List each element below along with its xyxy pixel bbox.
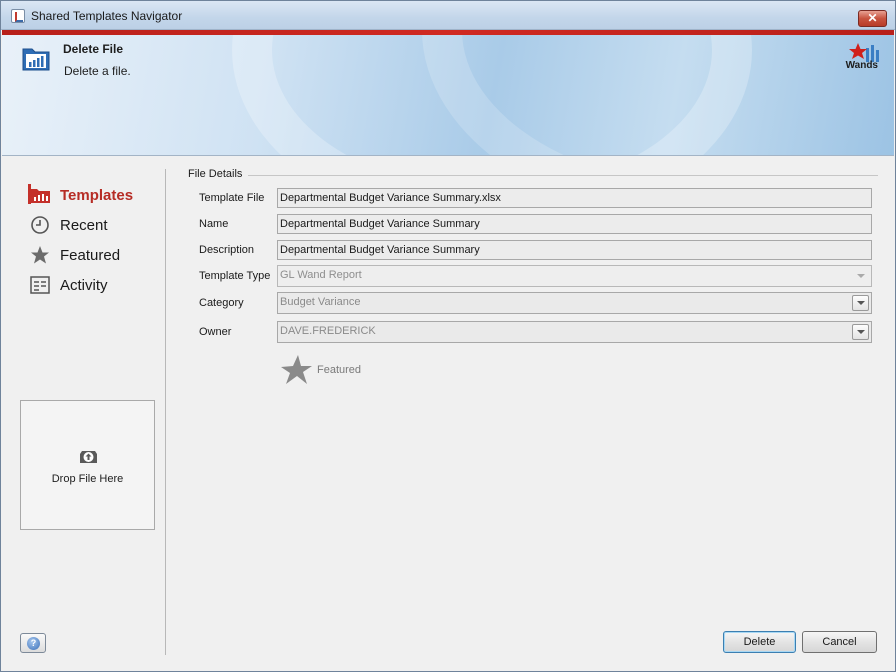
brand-label: Wands xyxy=(845,60,878,71)
name-field[interactable]: Departmental Budget Variance Summary xyxy=(277,214,872,234)
activity-list-icon xyxy=(29,274,51,296)
sidebar-item-label: Templates xyxy=(60,186,134,204)
sidebar-item-featured[interactable]: Featured xyxy=(29,242,120,268)
active-indicator xyxy=(28,184,31,204)
clock-icon xyxy=(29,214,51,236)
sidebar-item-label: Recent xyxy=(60,216,108,234)
dialog-window: Shared Templates Navigator ✕ Delete File… xyxy=(0,0,896,672)
sidebar-item-activity[interactable]: Activity xyxy=(29,272,108,298)
sidebar-item-label: Featured xyxy=(60,246,121,264)
upload-icon xyxy=(80,451,97,463)
template-type-value: GL Wand Report xyxy=(280,269,362,281)
java-app-icon xyxy=(11,9,25,23)
templates-chart-icon xyxy=(29,184,51,206)
window-title: Shared Templates Navigator xyxy=(31,9,183,23)
delete-button[interactable]: Delete xyxy=(723,631,796,653)
description-label: Description xyxy=(199,244,255,256)
owner-label: Owner xyxy=(199,326,232,338)
category-dropdown-button[interactable] xyxy=(852,295,869,311)
folder-chart-icon xyxy=(22,48,50,71)
header-banner: Delete File Delete a file. Wands xyxy=(2,30,894,156)
template-file-label: Template File xyxy=(199,192,265,204)
featured-toggle[interactable]: Featured xyxy=(281,353,361,387)
section-title: File Details xyxy=(188,168,249,180)
section-divider xyxy=(244,175,878,176)
help-button[interactable]: ? xyxy=(20,633,46,653)
featured-label: Featured xyxy=(317,364,362,376)
banner-subtitle: Delete a file. xyxy=(64,64,131,78)
owner-select[interactable]: DAVE.FREDERICK xyxy=(277,321,872,343)
description-field[interactable]: Departmental Budget Variance Summary xyxy=(277,240,872,260)
cancel-button[interactable]: Cancel xyxy=(802,631,877,653)
chevron-down-icon xyxy=(857,274,865,278)
sidebar-item-templates[interactable]: Templates xyxy=(28,182,134,208)
template-type-label: Template Type xyxy=(199,270,271,282)
sidebar-item-label: Activity xyxy=(60,276,108,294)
file-drop-zone[interactable]: Drop File Here xyxy=(20,400,155,530)
banner-title: Delete File xyxy=(63,42,124,56)
drop-zone-label: Drop File Here xyxy=(51,473,124,485)
help-icon: ? xyxy=(27,637,40,650)
star-icon xyxy=(29,244,51,266)
banner-accent-line xyxy=(2,30,894,35)
close-button[interactable]: ✕ xyxy=(858,10,887,27)
template-type-select[interactable]: GL Wand Report xyxy=(277,265,872,287)
name-label: Name xyxy=(199,218,229,230)
star-icon xyxy=(281,355,312,384)
category-value: Budget Variance xyxy=(280,296,361,308)
title-bar[interactable]: Shared Templates Navigator ✕ xyxy=(1,1,895,30)
banner-swoosh xyxy=(422,30,894,155)
category-label: Category xyxy=(199,297,244,309)
template-file-field[interactable]: Departmental Budget Variance Summary.xls… xyxy=(277,188,872,208)
owner-value: DAVE.FREDERICK xyxy=(280,325,376,337)
sidebar: Templates Recent Featured Activity Drop … xyxy=(10,169,166,655)
category-select[interactable]: Budget Variance xyxy=(277,292,872,314)
sidebar-item-recent[interactable]: Recent xyxy=(29,212,108,238)
owner-dropdown-button[interactable] xyxy=(852,324,869,340)
